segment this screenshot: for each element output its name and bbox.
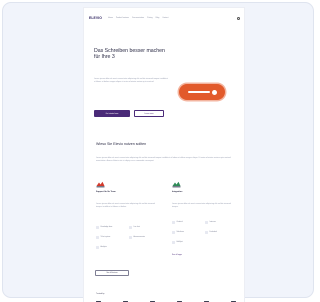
see-all-features-button[interactable]: See all features [95, 270, 129, 276]
nav-links: Home Product features Documentation Pric… [108, 17, 168, 19]
column-2-feature: Salesforce [172, 231, 184, 234]
nav-link-contact[interactable]: Contact [162, 17, 168, 19]
column-2-title: Integration [172, 191, 183, 193]
column-1-feature: Announcements [129, 236, 145, 239]
page-screenshot: ELEVIO Home Product features Documentati… [84, 8, 244, 302]
nav-link-home[interactable]: Home [108, 17, 113, 19]
feature-icon [205, 231, 208, 234]
feature-icon [129, 236, 132, 239]
column-2-body: Lorem ipsum dolor sit amet consectetur a… [172, 203, 231, 208]
section-body: Lorem ipsum dolor sit amet consectetur a… [96, 157, 231, 162]
get-started-button[interactable]: Get started now [94, 110, 130, 117]
nav-link-docs[interactable]: Documentation [132, 17, 144, 19]
support-icon [96, 181, 105, 188]
feature-icon [96, 226, 99, 229]
nav-link-features[interactable]: Product features [116, 17, 129, 19]
feature-icon [172, 241, 175, 244]
trusted-by-label: Trusted by [96, 293, 105, 295]
feature-icon [129, 226, 132, 229]
pill-dot [212, 89, 217, 95]
integration-icon [172, 181, 181, 188]
feature-icon [205, 221, 208, 224]
top-nav: ELEVIO Home Product features Documentati… [89, 14, 240, 22]
column-1-feature: Ticket system [96, 236, 110, 239]
hero-heading: Das Schreiben besser machen für Ihre 3 [94, 48, 165, 60]
search-icon[interactable] [237, 16, 240, 20]
hero-body: Lorem ipsum dolor sit amet consectetur a… [94, 78, 168, 83]
column-2-feature: HubSpot [172, 241, 183, 244]
pill-bar [188, 91, 210, 94]
column-2-feature: Zendesk [172, 221, 183, 224]
section-heading: Wieso Sie Elevio nutzen sollten [96, 142, 147, 146]
hero-illustration [179, 84, 225, 100]
column-1-feature: Analytics [96, 246, 107, 249]
feature-icon [96, 236, 99, 239]
learn-more-button[interactable]: Learn more [134, 110, 164, 117]
column-1-feature: Knowledge base [96, 226, 112, 229]
column-2-feature: Intercom [205, 221, 216, 224]
nav-link-blog[interactable]: Blog [156, 17, 160, 19]
see-all-apps-link[interactable]: See all apps [172, 254, 182, 256]
feature-icon [172, 221, 175, 224]
column-1-title: Support für Ihr Team [96, 191, 116, 193]
column-1-feature: Live chat [129, 226, 140, 229]
column-2-feature: Freshdesk [205, 231, 217, 234]
feature-icon [96, 246, 99, 249]
logo[interactable]: ELEVIO [89, 16, 102, 20]
nav-link-pricing[interactable]: Pricing [147, 17, 153, 19]
feature-icon [172, 231, 175, 234]
column-1-body: Lorem ipsum dolor sit amet consectetur a… [96, 203, 155, 208]
